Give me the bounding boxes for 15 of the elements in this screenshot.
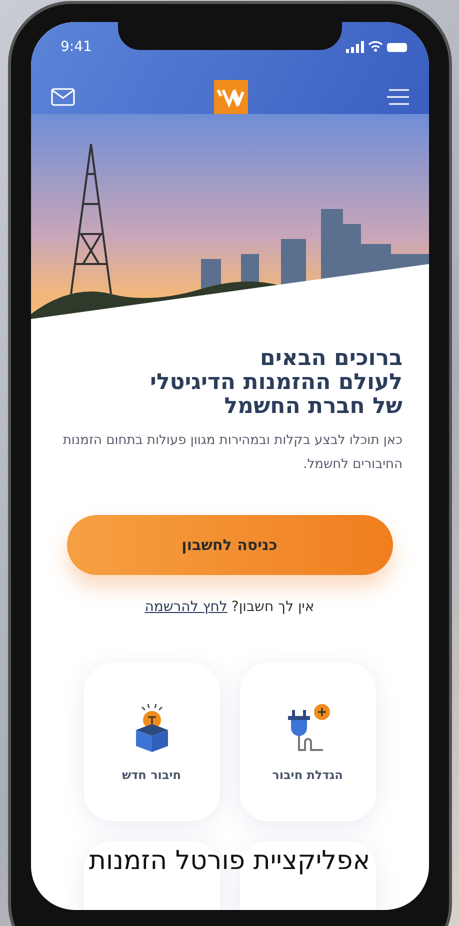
signal-icon (346, 41, 364, 53)
welcome-title: ברוכים הבאים לעולם ההזמנות הדיגיטלי של חברת החשמל (148, 347, 402, 419)
logo-icon (214, 80, 248, 114)
signup-prompt: אין לך חשבון? (231, 599, 314, 615)
login-button[interactable]: כניסה לחשבון (66, 515, 392, 575)
signup-link[interactable]: לחץ להרשמה (144, 599, 228, 615)
welcome-description: כאן תוכלו לבצע בקלות ובמהירות מגוון פעולות בתחום הזמנות החיבורים לחשמל. (62, 432, 402, 474)
status-time: 9:41 (60, 39, 92, 55)
wifi-icon (368, 41, 382, 53)
caption-text: אפליקציית פורטל הזמנות (88, 846, 372, 876)
service-card[interactable]: חיבור חדש (84, 663, 220, 821)
service-card[interactable]: הגדלת חיבור (240, 663, 376, 821)
menu-icon[interactable] (386, 88, 408, 106)
mail-icon[interactable] (50, 88, 74, 106)
battery-icon (386, 42, 406, 52)
